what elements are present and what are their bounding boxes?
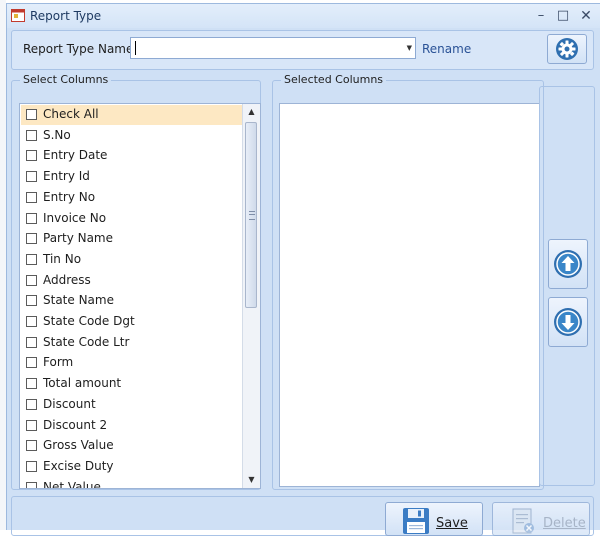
column-checkbox[interactable] (26, 129, 37, 141)
delete-button[interactable]: Delete (492, 502, 590, 536)
column-label: S.No (43, 127, 71, 142)
column-list-item[interactable]: State Name (21, 291, 243, 311)
report-type-name-label: Report Type Name (23, 42, 134, 56)
scroll-down-arrow-icon[interactable]: ▼ (243, 472, 260, 488)
column-label: Discount (43, 396, 96, 411)
close-button[interactable]: ✕ (577, 7, 595, 25)
minimize-button[interactable]: – (532, 7, 550, 25)
selected-columns-list[interactable] (279, 103, 540, 487)
column-checkbox[interactable] (26, 233, 37, 245)
column-label: Entry No (43, 189, 96, 204)
column-label: Invoice No (43, 210, 107, 225)
column-label: Net Value (43, 479, 101, 489)
column-checkbox[interactable] (26, 191, 37, 203)
column-list-item[interactable]: Total amount (21, 374, 243, 394)
select-columns-title: Select Columns (20, 73, 112, 86)
gear-icon (556, 38, 578, 60)
selected-columns-title: Selected Columns (281, 73, 387, 86)
column-list-item[interactable]: S.No (21, 126, 243, 146)
rename-link[interactable]: Rename (422, 42, 471, 56)
column-checkbox[interactable] (26, 460, 37, 472)
column-label: State Code Ltr (43, 334, 130, 349)
select-columns-group: Select Columns Check All S.No Entry Date En… (11, 73, 261, 490)
column-checkbox[interactable] (26, 378, 37, 390)
column-list-item[interactable]: Party Name (21, 229, 243, 249)
column-checkbox[interactable] (26, 336, 37, 348)
maximize-button[interactable]: □ (554, 7, 572, 25)
column-label: State Name (43, 293, 114, 308)
column-label: Discount 2 (43, 417, 108, 432)
move-down-button[interactable] (548, 297, 588, 347)
column-label: Address (43, 272, 91, 287)
select-columns-list[interactable]: Check All S.No Entry Date Entry Id Entry No I… (19, 103, 261, 489)
save-button[interactable]: Save (385, 502, 483, 536)
floppy-disk-icon (403, 508, 429, 534)
column-checkbox[interactable] (26, 109, 37, 120)
column-checkbox[interactable] (26, 274, 37, 286)
column-label: Total amount (43, 376, 122, 391)
app-window-icon (11, 9, 25, 22)
column-label: Party Name (43, 231, 114, 246)
report-type-window: Report Type – □ ✕ Report Type Name ▼ Ren… (6, 3, 600, 536)
column-checkbox[interactable] (26, 398, 37, 410)
title-bar[interactable]: Report Type – □ ✕ (7, 4, 600, 28)
column-list-item[interactable]: State Code Ltr (21, 333, 243, 353)
settings-button[interactable] (547, 34, 587, 64)
column-checkbox[interactable] (26, 150, 37, 162)
column-list-item[interactable]: Entry No (21, 188, 243, 208)
column-label: State Code Dgt (43, 314, 135, 328)
column-list-item[interactable]: Discount 2 (21, 416, 243, 436)
column-list-item[interactable]: Check All (21, 105, 243, 125)
column-checkbox[interactable] (26, 212, 37, 224)
column-list-item[interactable]: Gross Value (21, 436, 243, 456)
column-checkbox[interactable] (26, 440, 37, 452)
column-checkbox[interactable] (26, 419, 37, 431)
column-list-item[interactable]: Excise Duty (21, 457, 243, 477)
save-label: Save (436, 516, 468, 531)
report-type-name-combo[interactable]: ▼ (130, 37, 416, 59)
scrollbar[interactable]: ▲ ▼ (242, 104, 260, 488)
delete-document-icon (512, 508, 534, 534)
column-label: Entry Date (43, 148, 108, 163)
column-list-item[interactable]: Address (21, 271, 243, 291)
column-list-item[interactable]: Invoice No (21, 209, 243, 229)
column-label: Entry Id (43, 169, 90, 184)
column-list-item[interactable]: Entry Date (21, 146, 243, 166)
text-caret (135, 41, 136, 55)
column-label: Form (43, 355, 74, 370)
column-label: Excise Duty (43, 458, 114, 473)
selected-columns-group: Selected Columns (272, 73, 544, 490)
arrow-down-circle-icon (554, 308, 582, 336)
column-checkbox[interactable] (26, 253, 37, 265)
delete-label: Delete (543, 516, 586, 531)
column-checkbox[interactable] (26, 357, 37, 369)
column-list-item[interactable]: Form (21, 353, 243, 373)
column-list-item[interactable]: Discount (21, 395, 243, 415)
chevron-down-icon[interactable]: ▼ (407, 44, 412, 52)
column-checkbox[interactable] (26, 316, 37, 327)
report-type-toolbar: Report Type Name ▼ Rename (11, 30, 594, 70)
move-up-button[interactable] (548, 239, 588, 289)
column-checkbox[interactable] (26, 295, 37, 307)
scrollbar-thumb[interactable] (245, 122, 257, 308)
column-list-item[interactable]: Net Value (21, 478, 243, 489)
column-list-item[interactable]: Tin No (21, 250, 243, 270)
column-checkbox[interactable] (26, 171, 37, 183)
column-list-item[interactable]: Entry Id (21, 167, 243, 187)
window-title: Report Type (30, 9, 102, 23)
report-type-name-input[interactable] (133, 39, 397, 57)
column-list-item[interactable]: State Code Dgt (21, 312, 243, 332)
scroll-up-arrow-icon[interactable]: ▲ (243, 104, 260, 120)
column-label: Check All (43, 107, 99, 121)
column-label: Gross Value (43, 438, 114, 453)
column-label: Tin No (43, 251, 82, 266)
column-checkbox[interactable] (26, 481, 37, 488)
arrow-up-circle-icon (554, 250, 582, 278)
